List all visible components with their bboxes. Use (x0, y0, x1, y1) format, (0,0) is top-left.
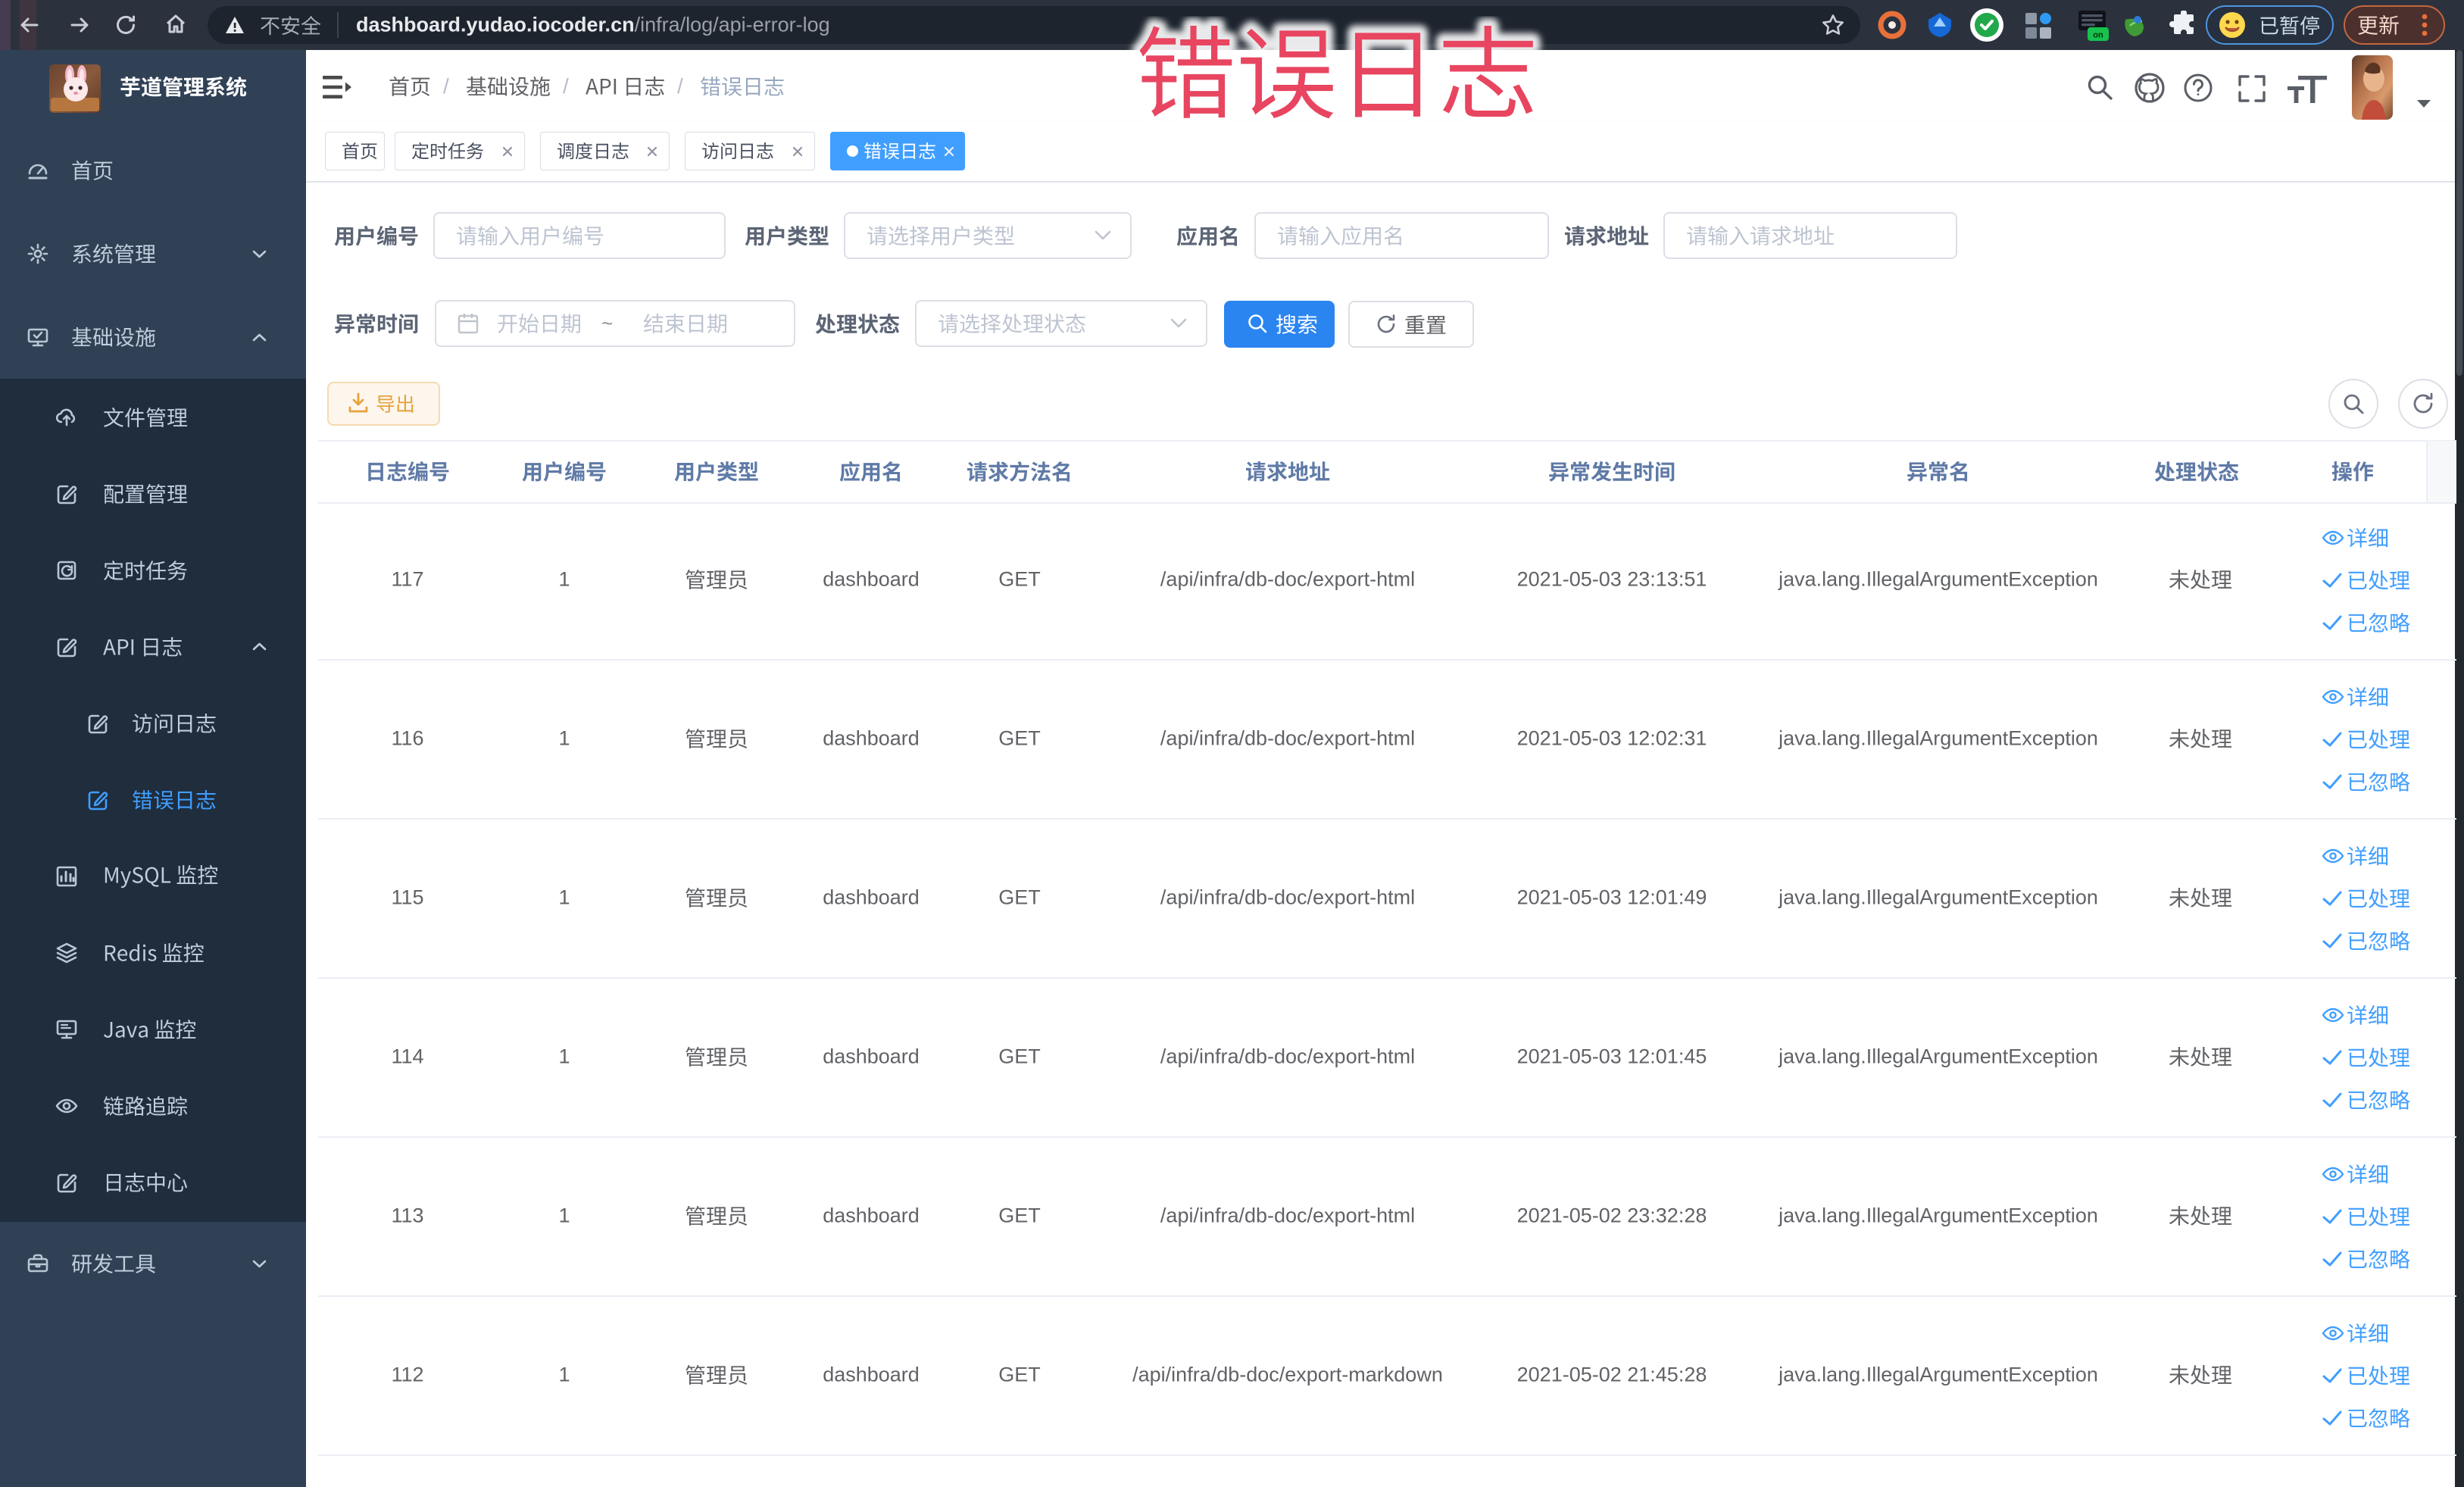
svg-text:on: on (2093, 31, 2103, 40)
